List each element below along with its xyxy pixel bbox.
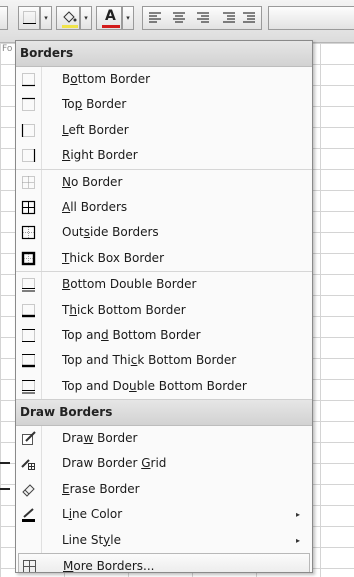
menu-item-label: Bottom Double Border <box>62 277 197 292</box>
border-right-icon <box>21 148 36 163</box>
menu-item-label: Draw Border <box>62 431 138 446</box>
top-bottom-border-icon <box>21 328 36 343</box>
menu-item-label: Bottom Border <box>62 72 151 86</box>
fill-color-dropdown-arrow[interactable]: ▾ <box>80 6 92 30</box>
outside-borders-icon <box>21 225 36 240</box>
menu-item-label: Line Color <box>62 507 123 522</box>
menu-item-draw-border[interactable]: Draw Border <box>16 426 312 451</box>
section-title: Borders <box>20 46 74 60</box>
menu-item-top-and-thick-bottom-border[interactable]: Top and Thick Bottom Border <box>16 348 312 373</box>
top-double-bottom-border-icon <box>21 379 36 394</box>
border-bottom-icon <box>21 72 36 87</box>
borders-dropdown-arrow[interactable]: ▾ <box>40 6 52 30</box>
menu-item-thick-bottom-border[interactable]: Thick Bottom Border <box>16 298 312 323</box>
font-color-button[interactable]: A <box>96 6 122 30</box>
menu-item-label: More Borders... <box>63 559 155 573</box>
section-header-draw-borders: Draw Borders <box>16 399 312 427</box>
menu-item-label: Draw Border Grid <box>62 456 167 471</box>
menu-item-top-border[interactable]: Top Border <box>16 92 312 117</box>
menu-item-label: Right Border <box>62 148 138 163</box>
line-color-icon <box>21 507 36 523</box>
font-color-swatch <box>102 25 120 28</box>
menu-item-label: Top and Double Bottom Border <box>62 378 247 393</box>
menu-item-draw-border-grid[interactable]: Draw Border Grid <box>16 451 312 476</box>
top-thick-bottom-border-icon <box>21 353 36 368</box>
menu-item-line-color[interactable]: Line Color ▸ <box>16 502 312 527</box>
border-left-icon <box>21 123 36 138</box>
menu-item-label: Outside Borders <box>62 225 159 240</box>
menu-item-label: Top and Bottom Border <box>62 327 201 342</box>
font-color-letter: A <box>105 8 116 24</box>
menu-item-top-and-bottom-border[interactable]: Top and Bottom Border <box>16 323 312 348</box>
bottom-double-border-icon <box>21 277 36 292</box>
alignment-group <box>142 6 262 30</box>
more-borders-icon <box>22 559 37 572</box>
all-borders-icon <box>21 200 36 215</box>
menu-item-right-border[interactable]: Right Border <box>16 143 312 168</box>
menu-item-bottom-double-border[interactable]: Bottom Double Border <box>16 271 312 297</box>
section-header-borders: Borders <box>16 41 312 67</box>
menu-item-thick-box-border[interactable]: Thick Box Border <box>16 246 312 271</box>
menu-item-label: Thick Box Border <box>62 250 164 265</box>
submenu-arrow-icon: ▸ <box>295 510 300 520</box>
ribbon-toolbar: ▾ ▾ A ▾ <box>0 0 354 43</box>
alignment-icons <box>149 12 255 23</box>
draw-border-grid-icon <box>21 456 36 471</box>
ribbon-edge-button[interactable] <box>0 6 8 30</box>
menu-item-label: Erase Border <box>62 481 140 496</box>
thick-box-border-icon <box>21 251 36 266</box>
cell-border-mark <box>0 488 10 490</box>
paint-bucket-icon <box>63 11 77 23</box>
menu-item-no-border[interactable]: No Border <box>16 168 312 195</box>
menu-item-all-borders[interactable]: All Borders <box>16 195 312 220</box>
section-title: Draw Borders <box>20 405 113 420</box>
menu-item-label: Top Border <box>62 97 127 112</box>
eraser-icon <box>21 482 36 497</box>
submenu-arrow-icon: ▸ <box>295 535 300 545</box>
wrap-merge-group[interactable] <box>268 6 354 30</box>
thick-bottom-border-icon <box>21 303 36 318</box>
font-color-dropdown-arrow[interactable]: ▾ <box>122 6 134 30</box>
menu-item-label: Left Border <box>62 122 129 137</box>
border-bottom-icon <box>23 11 36 24</box>
no-border-icon <box>21 175 36 190</box>
draw-border-icon <box>21 431 36 446</box>
menu-item-more-borders[interactable]: More Borders... <box>18 553 310 573</box>
menu-item-label: Thick Bottom Border <box>62 302 186 317</box>
menu-item-outside-borders[interactable]: Outside Borders <box>16 220 312 245</box>
menu-item-left-border[interactable]: Left Border <box>16 118 312 143</box>
borders-button[interactable] <box>18 6 40 30</box>
menu-item-label: Top and Thick Bottom Border <box>62 353 237 368</box>
menu-item-label: All Borders <box>62 199 128 214</box>
fill-color-button[interactable] <box>56 6 80 30</box>
fill-color-swatch <box>62 25 78 28</box>
partial-ribbon-text: Fo <box>2 44 13 54</box>
border-top-icon <box>21 97 36 112</box>
menu-item-label: Line Style <box>62 532 121 547</box>
menu-item-top-and-double-bottom-border[interactable]: Top and Double Bottom Border <box>16 374 312 399</box>
borders-menu: Borders Bottom Border Top Border Left Bo… <box>15 40 313 573</box>
menu-item-line-style[interactable]: Line Style ▸ <box>16 528 312 553</box>
menu-item-bottom-border[interactable]: Bottom Border <box>16 67 312 92</box>
cell-border-mark <box>0 462 10 464</box>
menu-item-label: No Border <box>62 174 123 189</box>
menu-item-erase-border[interactable]: Erase Border <box>16 477 312 502</box>
